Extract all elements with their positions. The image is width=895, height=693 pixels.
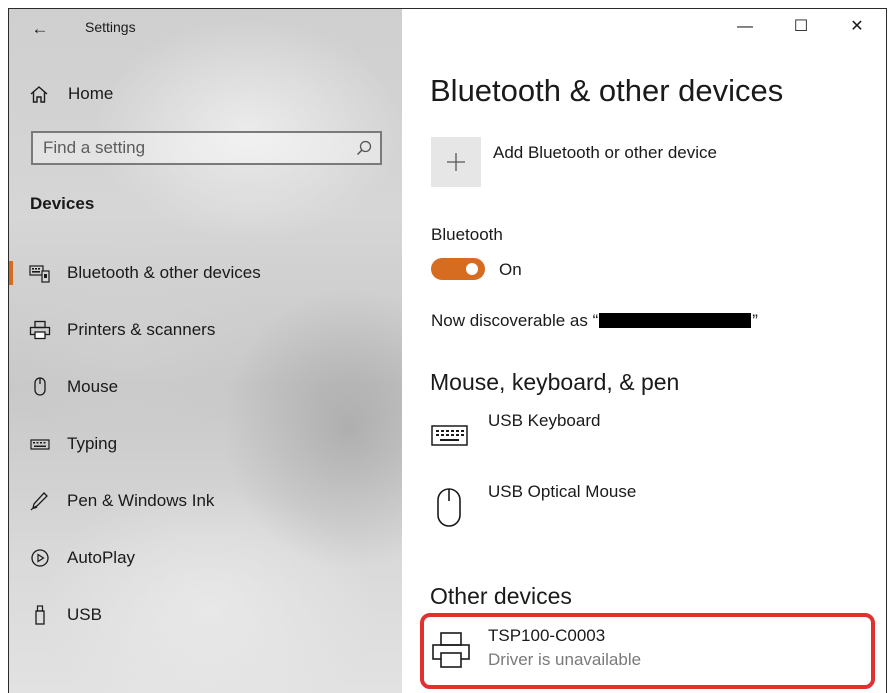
home-icon [30,86,48,103]
add-device-button[interactable]: Add Bluetooth or other device [431,137,761,189]
selected-indicator [9,261,13,285]
nav-item-autoplay[interactable]: AutoPlay [9,538,402,578]
toggle-knob [466,263,478,275]
nav-item-label: Typing [67,434,118,453]
bluetooth-label: Bluetooth [431,225,503,244]
plus-icon [447,153,465,171]
plus-box [431,137,481,187]
add-device-label: Add Bluetooth or other device [493,143,717,162]
redacted-device-name [599,313,752,328]
keyboard-device-icon [29,265,50,283]
search-input[interactable] [43,137,333,159]
app-title: Settings [85,19,136,35]
device-usb-optical-mouse[interactable]: USB Optical Mouse [431,482,851,536]
settings-window: ← Settings Home Devices [8,8,887,693]
nav-item-label: Mouse [67,377,119,396]
printer-icon [432,632,470,668]
page-title: Bluetooth & other devices [430,73,784,108]
search-icon[interactable] [356,140,372,156]
navigation-pane: ← Settings Home Devices [9,9,402,693]
bluetooth-state: On [499,260,522,279]
mouse-icon [437,488,461,527]
pen-icon [30,492,48,511]
maximize-button[interactable]: ☐ [778,13,824,41]
device-name: TSP100-C0003 [488,626,606,645]
discoverable-suffix: ” [752,311,758,330]
printer-icon [29,320,51,340]
maximize-icon: ☐ [793,18,809,35]
search-box[interactable] [31,131,382,165]
device-name: USB Keyboard [488,411,601,430]
nav-item-home[interactable]: Home [9,77,402,111]
content-pane: — ☐ ✕ Bluetooth & other devices Add Blue… [402,9,886,693]
device-name: USB Optical Mouse [488,482,637,501]
device-usb-keyboard[interactable]: USB Keyboard [431,411,851,465]
mouse-icon [34,377,46,396]
autoplay-icon [31,549,49,567]
usb-icon [35,605,45,625]
minimize-button[interactable]: — [722,13,768,41]
nav-item-label: AutoPlay [67,548,136,567]
nav-item-usb[interactable]: USB [9,595,402,635]
section-heading-devices: Devices [30,194,95,213]
nav-item-bluetooth[interactable]: Bluetooth & other devices [9,253,402,293]
section-heading-mouse-keyboard: Mouse, keyboard, & pen [430,369,680,395]
section-heading-other-devices: Other devices [430,583,572,609]
nav-item-pen[interactable]: Pen & Windows Ink [9,481,402,521]
nav-item-label: Printers & scanners [67,320,216,339]
close-icon: ✕ [850,18,864,35]
minimize-icon: — [737,18,753,35]
close-button[interactable]: ✕ [834,13,880,41]
device-status: Driver is unavailable [488,650,642,669]
nav-item-typing[interactable]: Typing [9,424,402,464]
back-button[interactable]: ← [27,17,53,41]
bluetooth-toggle[interactable] [431,258,485,280]
nav-item-mouse[interactable]: Mouse [9,367,402,407]
back-arrow-icon: ← [31,19,49,38]
nav-home-label: Home [68,84,114,103]
keyboard-icon [431,425,468,446]
nav-item-printers[interactable]: Printers & scanners [9,310,402,350]
nav-item-label: Bluetooth & other devices [67,263,261,282]
nav-item-label: Pen & Windows Ink [67,491,215,510]
keyboard-icon [30,439,50,450]
nav-item-label: USB [67,605,102,624]
discoverable-text: Now discoverable as “ ” [431,311,758,331]
discoverable-prefix: Now discoverable as “ [431,311,599,330]
device-tsp100[interactable]: TSP100-C0003 Driver is unavailable [431,626,851,680]
